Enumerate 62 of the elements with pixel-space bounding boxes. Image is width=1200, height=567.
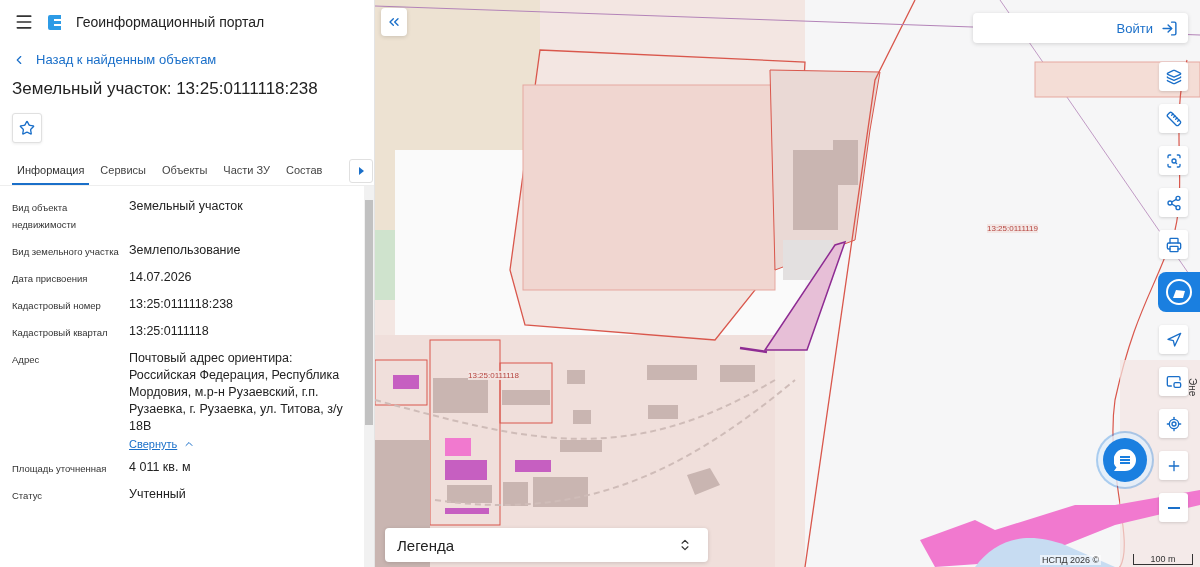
collapse-link[interactable]: Свернуть xyxy=(129,438,196,450)
locate-icon xyxy=(1165,415,1182,432)
map-tool-button[interactable] xyxy=(1159,230,1188,259)
map-tool-button[interactable] xyxy=(1159,62,1188,91)
map-tool-button[interactable] xyxy=(1159,409,1188,438)
field-value: 4 011 кв. м xyxy=(129,459,192,476)
field-value: 13:25:0111118:238 xyxy=(129,296,235,313)
legend-dropdown[interactable]: Легенда xyxy=(385,528,708,562)
field-value: 13:25:0111118 xyxy=(129,323,210,340)
scrollbar[interactable] xyxy=(364,186,374,567)
collapse-panel-button[interactable] xyxy=(381,8,407,36)
quarter-label: 13:25:0111119 xyxy=(987,224,1038,233)
field-label: Статус xyxy=(12,489,44,503)
field-value: Землепользование xyxy=(129,242,242,259)
logo-icon xyxy=(46,13,64,31)
portal-title: Геоинформационный портал xyxy=(76,14,265,30)
tab[interactable]: Информация xyxy=(12,157,90,185)
map-attribution: НСПД 2026 © xyxy=(1040,555,1102,565)
field-label: Площадь уточненная xyxy=(12,462,108,476)
field-value: Почтовый адрес ориентира: Российская Федерация, Республика Мордовия, м.р-н Рузаевский, г.п. Рузаевка, г. Рузаевка, ул. Титова, з/у 18В xyxy=(129,350,344,435)
field-label: Вид земельного участка xyxy=(12,245,120,259)
picture-in-picture-icon xyxy=(1165,373,1182,390)
star-icon xyxy=(19,120,35,136)
field-value: Земельный участок xyxy=(129,198,244,215)
back-link[interactable]: Назад к найденным объектам xyxy=(12,52,217,67)
printer-icon xyxy=(1165,236,1182,253)
map-tool-button[interactable] xyxy=(1159,104,1188,133)
map-tool-button[interactable] xyxy=(1159,146,1188,175)
ruler-icon xyxy=(1165,110,1182,127)
navigation-arrow-icon xyxy=(1165,331,1182,348)
favorite-button[interactable] xyxy=(12,113,42,143)
field-value: Учтенный xyxy=(129,486,187,503)
map-scale: 100 m xyxy=(1133,554,1193,565)
field-label: Кадастровый номер xyxy=(12,299,102,313)
map-tool-button[interactable] xyxy=(1159,493,1188,522)
tab[interactable]: Объекты xyxy=(156,157,213,185)
field-label: Дата присвоения xyxy=(12,272,89,286)
field-label: Адрес xyxy=(12,353,41,367)
login-button[interactable]: Войти xyxy=(973,13,1188,43)
map-tool-button[interactable] xyxy=(1159,367,1188,396)
field-label: Вид объекта недвижимости xyxy=(12,201,78,232)
menu-icon[interactable] xyxy=(14,12,34,32)
field-value: 14.07.2026 xyxy=(129,269,193,286)
field-label: Кадастровый квартал xyxy=(12,326,109,340)
chat-icon xyxy=(1114,449,1136,471)
map-tool-button[interactable] xyxy=(1159,325,1188,354)
street-label: Эне xyxy=(1187,378,1198,397)
area-search-icon xyxy=(1165,152,1182,169)
triangle-right-icon xyxy=(358,167,364,175)
tab[interactable]: Части ЗУ xyxy=(218,157,275,185)
tabs-scroll-button[interactable] xyxy=(349,159,373,183)
tab[interactable]: Состав xyxy=(281,157,328,185)
tab[interactable]: Сервисы xyxy=(95,157,151,185)
layers-icon xyxy=(1165,68,1182,85)
share-icon xyxy=(1165,194,1182,211)
map-tool-button[interactable] xyxy=(1159,188,1188,217)
map-tool-button[interactable] xyxy=(1159,451,1188,480)
zoom-out-icon xyxy=(1167,506,1180,509)
quarter-label: 13:25:0111118 xyxy=(468,371,519,380)
login-icon xyxy=(1161,19,1178,37)
assistant-button[interactable] xyxy=(1158,272,1200,312)
object-title: Земельный участок: 13:25:0111118:238 xyxy=(12,79,319,99)
